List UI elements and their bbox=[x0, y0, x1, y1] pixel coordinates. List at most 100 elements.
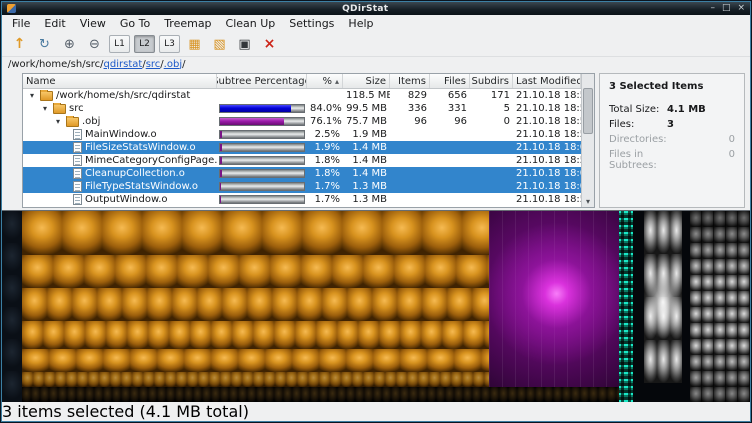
row-percent: 1.8% bbox=[307, 168, 343, 179]
breadcrumb-link-src[interactable]: src bbox=[146, 59, 161, 70]
menu-settings[interactable]: Settings bbox=[282, 16, 341, 31]
row-name: /work/home/sh/src/qdirstat bbox=[56, 90, 190, 101]
treemap-object-files-region[interactable] bbox=[22, 211, 489, 387]
row-modified: 21.10.18 18:57 bbox=[513, 194, 581, 205]
treemap-zoom-in-button[interactable]: ▦ bbox=[184, 34, 205, 54]
expander-icon[interactable]: ▾ bbox=[27, 92, 37, 100]
column-header-size[interactable]: Size bbox=[343, 74, 390, 88]
treemap-magenta-region[interactable] bbox=[489, 211, 619, 387]
row-modified: 21.10.18 18:06 bbox=[513, 168, 581, 179]
percentage-bar bbox=[217, 169, 307, 178]
row-name: CleanupCollection.o bbox=[85, 168, 185, 179]
menu-goto[interactable]: Go To bbox=[113, 16, 157, 31]
breadcrumb: /work/home/sh/src/qdirstat/src/.obj/ bbox=[2, 57, 750, 71]
menu-file[interactable]: File bbox=[5, 16, 37, 31]
row-modified: 21.10.18 18:57 bbox=[513, 90, 581, 101]
menu-view[interactable]: View bbox=[73, 16, 113, 31]
percentage-bar bbox=[217, 117, 307, 126]
percentage-bar bbox=[217, 182, 307, 191]
column-header-subdirs[interactable]: Subdirs bbox=[470, 74, 513, 88]
refresh-button[interactable]: ↻ bbox=[34, 34, 55, 54]
row-files: 331 bbox=[430, 103, 470, 114]
detail-row-total-size: Total Size: 4.1 MB bbox=[609, 104, 735, 115]
toolbar: ↑ ↻ ⊕ ⊖ L1 L2 L3 ▦ ▧ ▣ × bbox=[2, 32, 750, 57]
close-icon[interactable]: × bbox=[737, 3, 745, 14]
file-icon bbox=[73, 181, 82, 192]
table-row[interactable]: CleanupCollection.o 1.8% 1.4 MB 21.10.18… bbox=[23, 167, 581, 180]
breadcrumb-suffix: / bbox=[182, 59, 185, 70]
table-row[interactable]: MainWindow.o 2.5% 1.9 MB 21.10.18 18:57 bbox=[23, 128, 581, 141]
table-row[interactable]: MimeCategoryConfigPage.o 1.8% 1.4 MB 21.… bbox=[23, 154, 581, 167]
table-row[interactable]: ▾ .obj 76.1% 75.7 MB 96 96 0 21.10.18 18… bbox=[23, 115, 581, 128]
expander-icon[interactable]: ▾ bbox=[40, 105, 50, 113]
table-row[interactable]: OutputWindow.o 1.7% 1.3 MB 21.10.18 18:5… bbox=[23, 193, 581, 206]
row-items: 829 bbox=[390, 90, 430, 101]
row-modified: 21.10.18 18:57 bbox=[513, 155, 581, 166]
scroll-down-icon[interactable]: ▾ bbox=[582, 195, 594, 207]
treemap-zoom-out-button[interactable]: ▧ bbox=[209, 34, 230, 54]
scrollbar-thumb[interactable] bbox=[583, 88, 593, 134]
screenshot-button[interactable]: ▣ bbox=[234, 34, 255, 54]
percentage-bar bbox=[217, 195, 307, 204]
qdirstat-window: QDirStat – □ × File Edit View Go To Tree… bbox=[1, 1, 751, 422]
row-name: MainWindow.o bbox=[85, 129, 157, 140]
minimize-icon[interactable]: – bbox=[710, 3, 715, 14]
treemap-bottom-strip[interactable] bbox=[22, 387, 619, 402]
breadcrumb-prefix: /work/home/sh/src/ bbox=[8, 59, 104, 70]
column-header-percent[interactable]: %▴ bbox=[307, 74, 343, 88]
table-row[interactable]: ▾ /work/home/sh/src/qdirstat 118.5 MB 82… bbox=[23, 89, 581, 102]
level-2-button[interactable]: L2 bbox=[134, 35, 155, 53]
row-name: .obj bbox=[82, 116, 100, 127]
zoom-out-button[interactable]: ⊖ bbox=[84, 34, 105, 54]
treemap-highlight-glow bbox=[644, 266, 682, 338]
treemap-view[interactable] bbox=[2, 210, 750, 402]
zoom-in-button[interactable]: ⊕ bbox=[59, 34, 80, 54]
row-size: 1.4 MB bbox=[343, 142, 390, 153]
table-row[interactable]: FileTypeStatsWindow.o 1.7% 1.3 MB 21.10.… bbox=[23, 180, 581, 193]
details-title: 3 Selected Items bbox=[609, 81, 735, 92]
row-subdirs: 5 bbox=[470, 103, 513, 114]
stop-button[interactable]: × bbox=[259, 34, 280, 54]
detail-row-files-in-subtrees: Files in Subtrees: 0 bbox=[609, 149, 735, 171]
maximize-icon[interactable]: □ bbox=[722, 3, 731, 14]
table-row[interactable]: FileSizeStatsWindow.o 1.9% 1.4 MB 21.10.… bbox=[23, 141, 581, 154]
treemap-purple-tiles[interactable] bbox=[652, 389, 694, 402]
menu-help[interactable]: Help bbox=[341, 16, 380, 31]
row-modified: 21.10.18 18:57 bbox=[513, 103, 581, 114]
row-percent: 1.7% bbox=[307, 194, 343, 205]
folder-icon bbox=[40, 91, 53, 101]
breadcrumb-link-obj[interactable]: .obj bbox=[164, 59, 182, 70]
expander-icon[interactable]: ▾ bbox=[53, 118, 63, 126]
level-1-button[interactable]: L1 bbox=[109, 35, 130, 53]
column-header-name[interactable]: Name bbox=[23, 74, 217, 88]
level-3-button[interactable]: L3 bbox=[159, 35, 180, 53]
breadcrumb-link-qdirstat[interactable]: qdirstat bbox=[104, 59, 143, 70]
vertical-scrollbar[interactable]: ▾ bbox=[581, 74, 594, 207]
app-icon bbox=[7, 4, 16, 13]
go-up-button[interactable]: ↑ bbox=[9, 34, 30, 54]
row-modified: 21.10.18 18:57 bbox=[513, 129, 581, 140]
column-header-items[interactable]: Items bbox=[390, 74, 430, 88]
treemap-teal-strip[interactable] bbox=[619, 211, 633, 402]
window-title: QDirStat bbox=[20, 4, 710, 14]
statusbar: 3 items selected (4.1 MB total) bbox=[2, 402, 750, 421]
menu-edit[interactable]: Edit bbox=[37, 16, 72, 31]
row-size: 118.5 MB bbox=[343, 90, 390, 101]
row-size: 75.7 MB bbox=[343, 116, 390, 127]
column-header-subtree-percentage[interactable]: Subtree Percentage bbox=[217, 74, 307, 88]
menu-treemap[interactable]: Treemap bbox=[157, 16, 218, 31]
tree-header: Name Subtree Percentage %▴ Size Items Fi… bbox=[23, 74, 581, 89]
percentage-bar bbox=[217, 130, 307, 139]
menubar: File Edit View Go To Treemap Clean Up Se… bbox=[2, 15, 750, 32]
row-percent: 84.0% bbox=[307, 103, 343, 114]
menu-cleanup[interactable]: Clean Up bbox=[219, 16, 283, 31]
column-header-files[interactable]: Files bbox=[430, 74, 470, 88]
treemap-silver-grid-region[interactable] bbox=[690, 211, 750, 402]
row-size: 1.4 MB bbox=[343, 155, 390, 166]
column-header-last-modified[interactable]: Last Modified bbox=[513, 74, 581, 88]
table-row[interactable]: ▾ src 84.0% 99.5 MB 336 331 5 21.10.18 1… bbox=[23, 102, 581, 115]
row-size: 1.9 MB bbox=[343, 129, 390, 140]
detail-row-files: Files: 3 bbox=[609, 119, 735, 130]
detail-row-directories: Directories: 0 bbox=[609, 134, 735, 145]
treemap-dark-region[interactable] bbox=[2, 211, 22, 402]
